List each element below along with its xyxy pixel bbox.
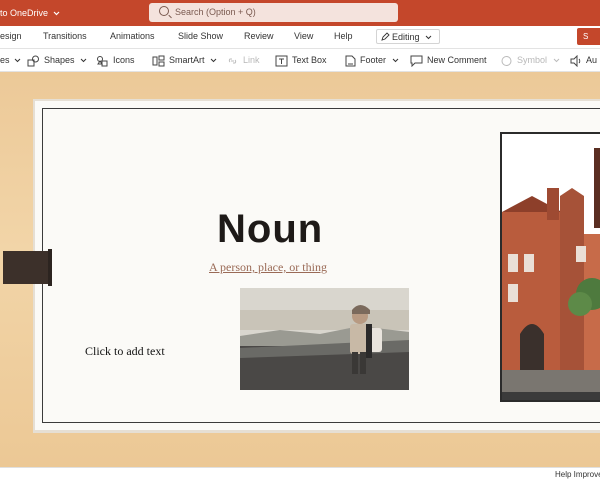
images-button[interactable]: es [0, 49, 21, 71]
footer-button[interactable]: Footer [345, 49, 399, 71]
audio-label: Au [586, 55, 598, 65]
pencil-icon [381, 32, 390, 41]
symbol-icon [501, 55, 512, 66]
smartart-icon [152, 55, 165, 67]
images-label: es [0, 55, 10, 65]
footer-icon [345, 55, 356, 67]
footer-label: Footer [360, 55, 387, 65]
search-input[interactable]: Search (Option + Q) [149, 3, 398, 22]
child-photo-image [240, 288, 409, 390]
share-button-label: S [583, 32, 589, 41]
status-bar: Help Improve [0, 467, 600, 481]
link-icon [228, 58, 237, 64]
save-status-label[interactable]: to OneDrive [0, 8, 48, 18]
textbox-icon [275, 55, 288, 67]
link-button[interactable]: Link [226, 49, 260, 71]
new-comment-button[interactable]: New Comment [410, 49, 487, 71]
textbox-label: Text Box [292, 55, 327, 65]
save-status[interactable]: to OneDrive [0, 0, 60, 26]
tab-animations[interactable]: Animations [110, 26, 155, 48]
child-photo[interactable] [240, 288, 409, 390]
building-illustration [502, 134, 600, 400]
share-button[interactable]: S [577, 28, 600, 45]
slide-title[interactable]: Noun [217, 207, 323, 252]
editing-label: Editing [392, 32, 420, 42]
search-placeholder: Search (Option + Q) [175, 7, 256, 17]
chevron-down-icon [80, 58, 87, 63]
icons-icon [97, 55, 108, 67]
tab-slide-show[interactable]: Slide Show [178, 26, 223, 48]
tab-help[interactable]: Help [334, 26, 353, 48]
title-bar: to OneDrive Search (Option + Q) [0, 0, 600, 26]
chevron-down-icon [392, 58, 398, 63]
symbol-label: Symbol [517, 55, 548, 65]
chevron-down-icon [14, 58, 21, 63]
symbol-button[interactable]: Symbol [500, 49, 560, 71]
tab-view[interactable]: View [294, 26, 313, 48]
icons-button[interactable]: Icons [96, 49, 135, 71]
help-improve-link[interactable]: Help Improve [555, 468, 600, 481]
textbox-button[interactable]: Text Box [275, 49, 327, 71]
audio-button[interactable]: Au [570, 49, 597, 71]
chevron-down-icon [553, 58, 559, 63]
smartart-label: SmartArt [169, 55, 205, 65]
new-comment-label: New Comment [427, 55, 487, 65]
insert-toolbar: es Shapes Icons SmartArt Link Text Box F… [0, 49, 600, 72]
shapes-icon [27, 55, 39, 67]
ribbon-tabs: esign Transitions Animations Slide Show … [0, 26, 600, 49]
chevron-down-icon [425, 35, 432, 40]
shapes-label: Shapes [44, 55, 75, 65]
chevron-down-icon[interactable] [53, 11, 60, 16]
slide-definition[interactable]: A person, place, or thing [209, 260, 327, 275]
building-image[interactable] [500, 132, 600, 402]
tab-review[interactable]: Review [244, 26, 274, 48]
icons-label: Icons [113, 55, 135, 65]
tab-design[interactable]: esign [0, 26, 22, 48]
search-icon [159, 6, 169, 16]
speaker-icon [570, 54, 581, 67]
slide-side-tab [3, 249, 52, 286]
tab-transitions[interactable]: Transitions [43, 26, 87, 48]
editing-mode-button[interactable]: Editing [376, 29, 440, 44]
smartart-button[interactable]: SmartArt [152, 49, 217, 71]
comment-icon [410, 55, 423, 67]
link-label: Link [243, 55, 260, 65]
shapes-button[interactable]: Shapes [27, 49, 87, 71]
text-placeholder[interactable]: Click to add text [85, 344, 165, 359]
chevron-down-icon [210, 58, 217, 63]
